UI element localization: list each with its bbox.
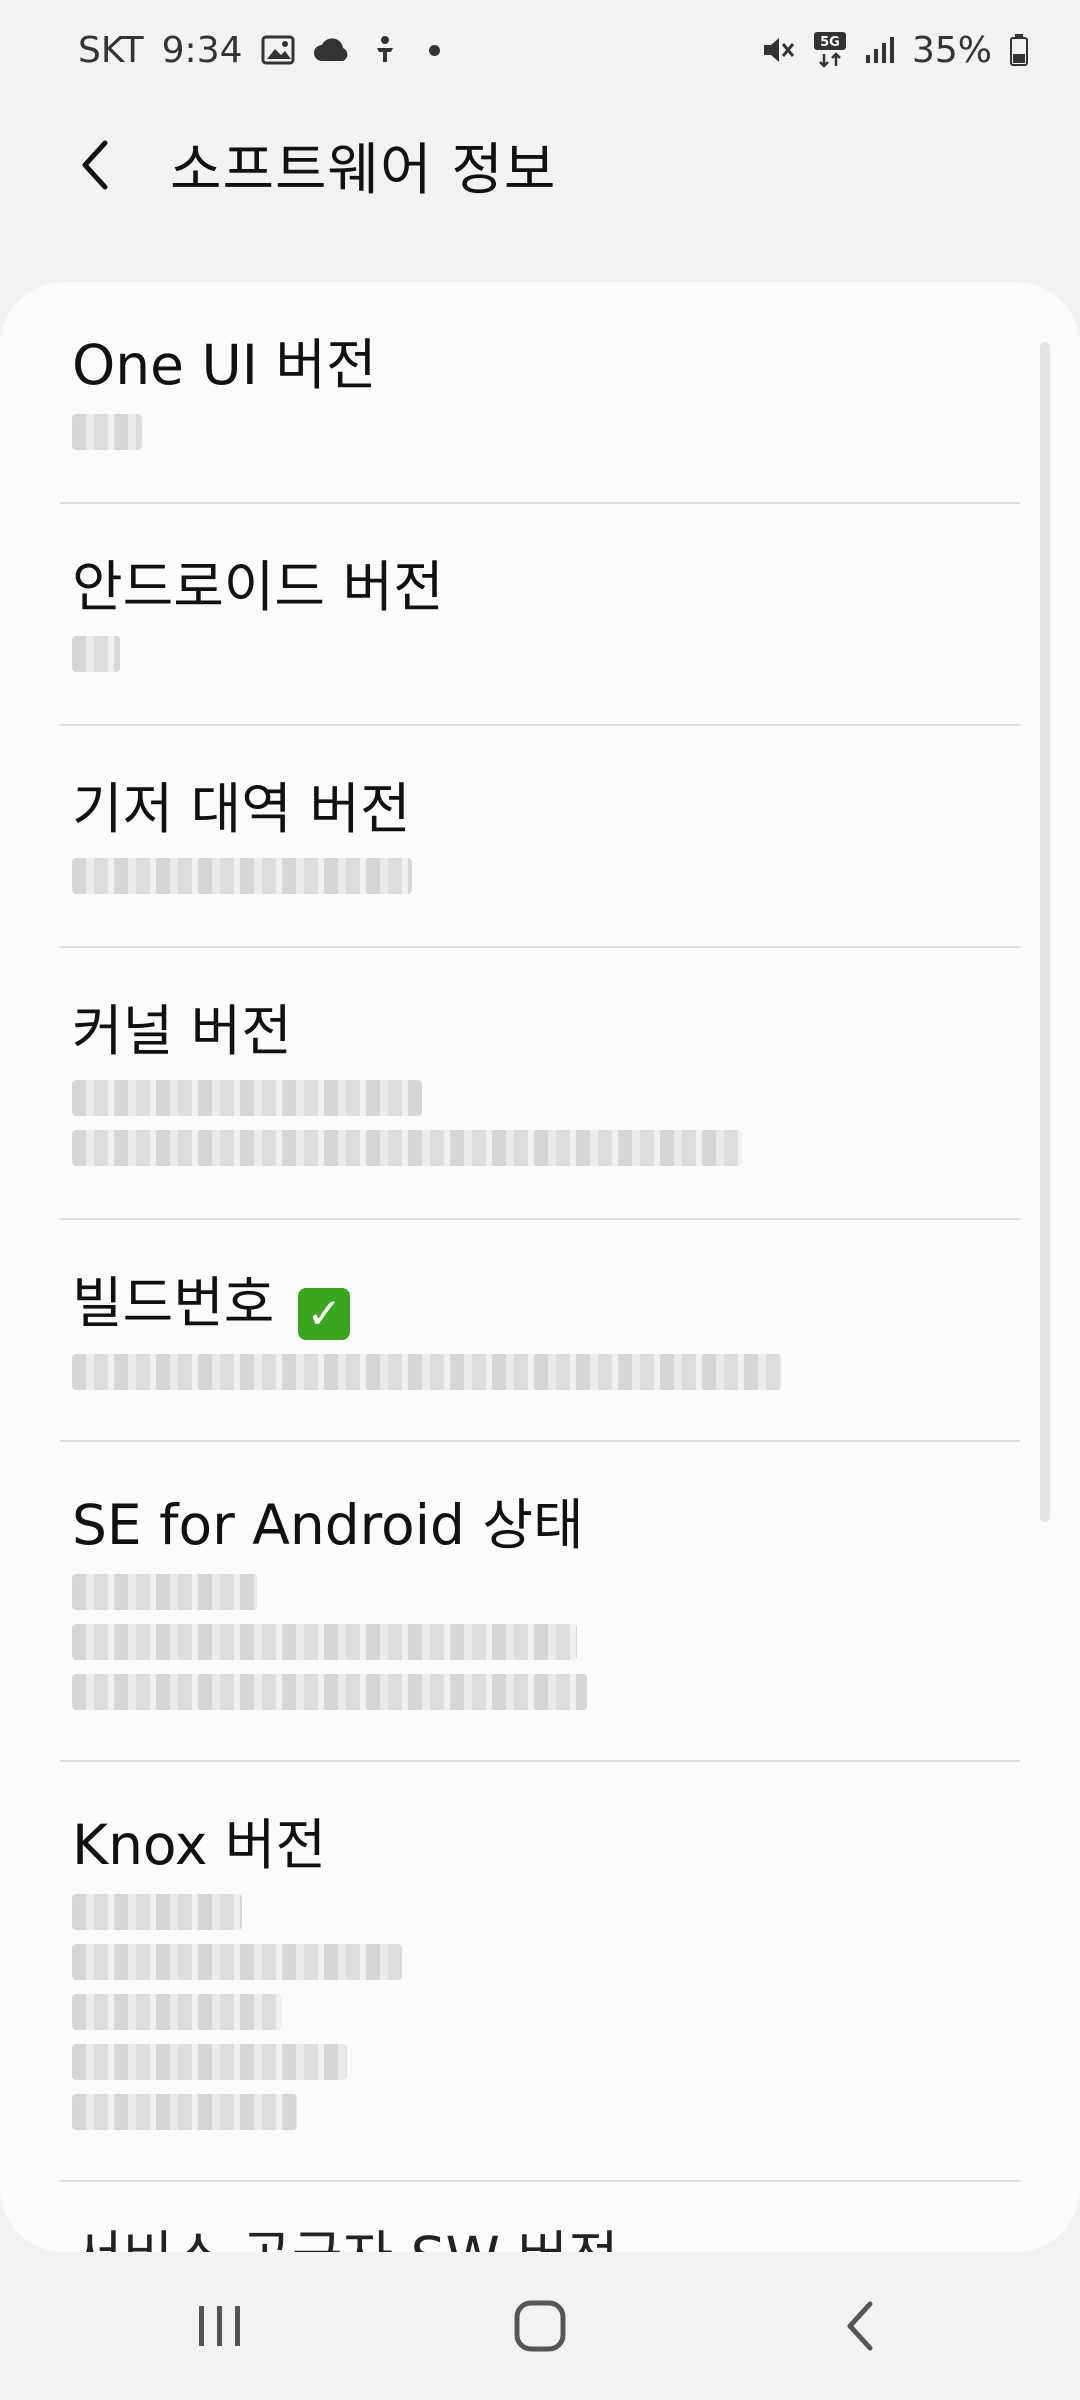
item-value-redacted	[72, 1354, 1012, 1390]
divider	[60, 2180, 1020, 2182]
list-item-build-number[interactable]: 빌드번호 ✓	[72, 1268, 1012, 1404]
recents-button[interactable]	[150, 2266, 290, 2386]
status-bar: SKT 9:34 5G 35%	[0, 0, 1080, 100]
home-button[interactable]	[470, 2266, 610, 2386]
item-value-redacted	[72, 1080, 1012, 1166]
app-header: 소프트웨어 정보	[0, 100, 1080, 230]
back-button[interactable]	[40, 110, 150, 220]
redacted-value	[72, 1574, 257, 1610]
svg-text:5G: 5G	[820, 35, 840, 50]
navigation-bar	[0, 2252, 1080, 2400]
scrollbar[interactable]	[1040, 342, 1050, 1522]
divider	[60, 502, 1020, 504]
redacted-value	[72, 1994, 282, 2030]
redacted-value	[72, 1674, 587, 1710]
software-info-card: One UI 버전 안드로이드 버전 기저 대역 버전 커널 버전 빌드번호 ✓…	[0, 282, 1080, 2252]
item-title: 기저 대역 버전	[72, 777, 411, 841]
redacted-value	[72, 1624, 577, 1660]
redacted-value	[72, 2044, 347, 2080]
list-item-service-provider-sw-version[interactable]: 서비스 공급자 SW 버전	[72, 2222, 1012, 2252]
item-value-redacted	[72, 414, 1012, 450]
item-title: SE for Android 상태	[72, 1493, 584, 1557]
network-5g-icon: 5G	[813, 32, 846, 68]
item-value-redacted	[72, 858, 1012, 894]
more-notifications-icon	[428, 44, 440, 56]
divider	[60, 946, 1020, 948]
battery-icon	[1010, 34, 1028, 66]
list-item-one-ui-version[interactable]: One UI 버전	[72, 330, 1012, 464]
item-title: 안드로이드 버전	[72, 555, 444, 619]
item-title: 빌드번호 ✓	[72, 1268, 1012, 1340]
list-item-android-version[interactable]: 안드로이드 버전	[72, 552, 1012, 686]
signal-icon	[864, 35, 894, 65]
mute-icon	[760, 34, 796, 66]
clock: 9:34	[161, 29, 243, 71]
item-title: Knox 버전	[72, 1813, 327, 1877]
redacted-value	[72, 1130, 742, 1166]
redacted-value	[72, 636, 120, 672]
item-value-redacted	[72, 636, 1012, 672]
accessibility-icon	[369, 34, 401, 66]
redacted-value	[72, 1354, 782, 1390]
item-value-redacted	[72, 1574, 1012, 1710]
divider	[60, 724, 1020, 726]
redacted-value	[72, 2094, 297, 2130]
gallery-icon	[261, 35, 295, 65]
redacted-value	[72, 1080, 422, 1116]
item-title: 서비스 공급자 SW 버전	[72, 2222, 1012, 2252]
page-title: 소프트웨어 정보	[170, 137, 557, 203]
recents-icon	[199, 2306, 240, 2346]
cloud-icon	[313, 37, 351, 63]
carrier-label: SKT	[78, 29, 144, 71]
item-title-text: 빌드번호	[72, 1271, 275, 1335]
item-title: One UI 버전	[72, 333, 377, 397]
item-value-redacted	[72, 1894, 1012, 2130]
divider	[60, 1218, 1020, 1220]
list-item-knox-version[interactable]: Knox 버전	[72, 1810, 1012, 2144]
list-item-baseband-version[interactable]: 기저 대역 버전	[72, 774, 1012, 908]
chevron-left-icon	[82, 140, 108, 190]
battery-percent: 35%	[911, 29, 992, 71]
list-item-kernel-version[interactable]: 커널 버전	[72, 996, 1012, 1180]
nav-back-button[interactable]	[790, 2266, 930, 2386]
redacted-value	[72, 1894, 242, 1930]
item-title: 커널 버전	[72, 999, 292, 1063]
status-left: SKT 9:34	[78, 30, 440, 71]
divider	[60, 1440, 1020, 1442]
redacted-value	[72, 858, 412, 894]
redacted-value	[72, 1944, 402, 1980]
status-right: 5G 35%	[760, 30, 1028, 71]
home-icon	[514, 2300, 566, 2352]
list-item-se-android-status[interactable]: SE for Android 상태	[72, 1490, 1012, 1724]
divider	[60, 1760, 1020, 1762]
check-mark-icon: ✓	[298, 1288, 351, 1340]
back-icon	[847, 2301, 873, 2351]
redacted-value	[72, 414, 142, 450]
